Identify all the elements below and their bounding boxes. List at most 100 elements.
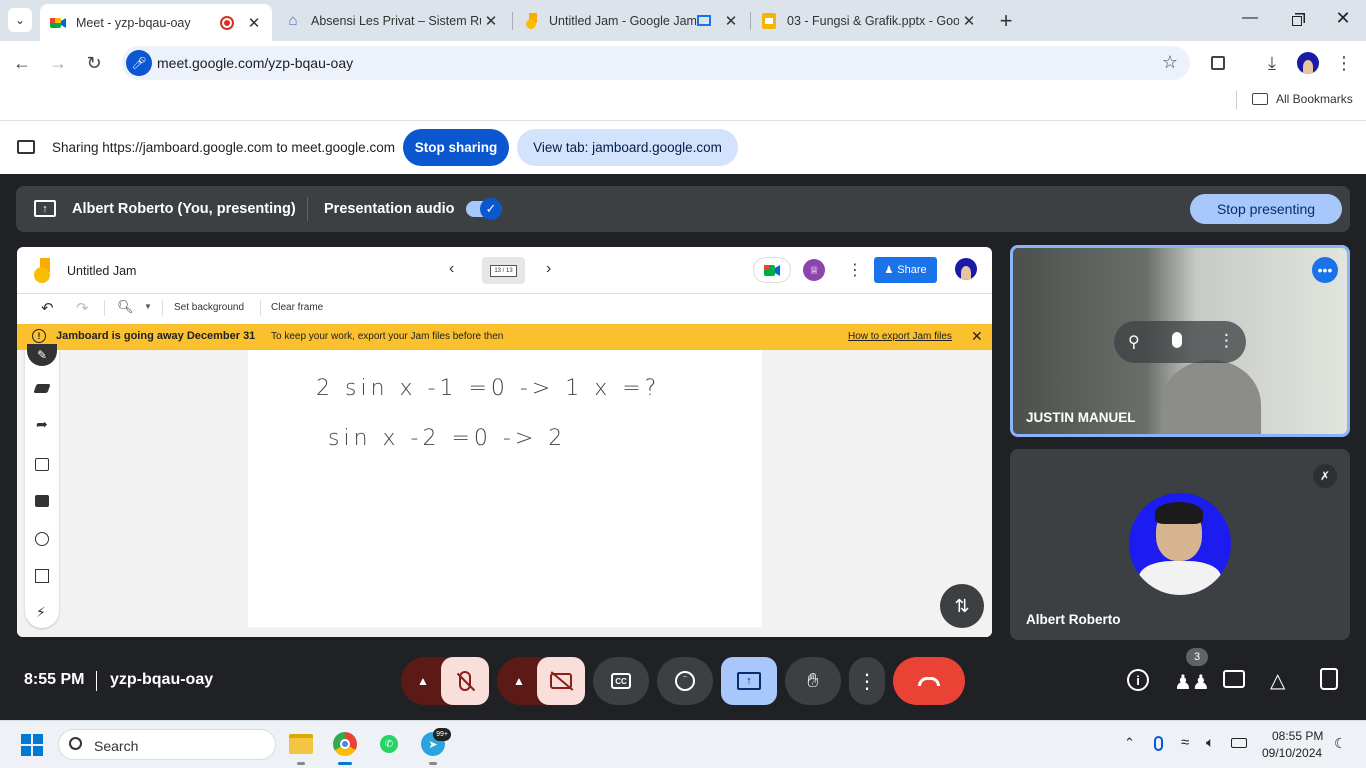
- browser-tab-meet[interactable]: Meet - yzp-bqau-oay ✕: [40, 4, 272, 41]
- bookmark-star-icon[interactable]: ☆: [1162, 52, 1178, 73]
- undo-icon[interactable]: ↶: [41, 299, 54, 317]
- screen-share-icon: [17, 140, 35, 154]
- stop-sharing-button[interactable]: Stop sharing: [403, 129, 509, 166]
- share-label: Share: [897, 264, 927, 276]
- forward-button[interactable]: →: [46, 51, 70, 75]
- more-options-icon[interactable]: •••: [1312, 257, 1338, 283]
- close-banner-icon[interactable]: ✕: [971, 328, 983, 345]
- file-explorer-icon[interactable]: [289, 734, 313, 754]
- view-tab-button[interactable]: View tab: jamboard.google.com: [517, 129, 738, 166]
- clock-date[interactable]: 09/10/2024: [1262, 746, 1322, 760]
- restore-window-button[interactable]: [1285, 9, 1309, 33]
- back-button[interactable]: ←: [10, 51, 34, 75]
- wifi-icon[interactable]: ≈: [1181, 734, 1189, 751]
- browser-tab-slides[interactable]: 03 - Fungsi & Grafik.pptx - Goo ✕: [751, 0, 987, 41]
- meeting-details-icon[interactable]: i: [1127, 669, 1149, 691]
- host-controls-icon[interactable]: [1320, 668, 1338, 690]
- tab-close-icon[interactable]: ✕: [481, 12, 501, 30]
- jam-title[interactable]: Untitled Jam: [67, 264, 136, 278]
- swap-layout-button[interactable]: ⇅: [940, 584, 984, 628]
- pen-tool-icon[interactable]: ✎: [27, 344, 57, 366]
- next-frame-icon[interactable]: ›: [546, 260, 551, 278]
- extensions-button[interactable]: [1206, 51, 1230, 75]
- chevron-up-icon: ▲: [513, 674, 525, 688]
- presenter-label: Albert Roberto (You, presenting): [72, 201, 296, 217]
- chevron-up-icon[interactable]: ⌃: [1124, 735, 1135, 751]
- notification-bell-icon[interactable]: ☾: [1334, 735, 1347, 752]
- raise-hand-button[interactable]: ✋︎: [785, 657, 841, 705]
- camera-toggle-button[interactable]: [537, 657, 585, 705]
- browser-tab-absensi[interactable]: ⌂ Absensi Les Privat – Sistem Rua ✕: [275, 0, 509, 41]
- windows-start-icon[interactable]: [21, 734, 43, 756]
- text-box-icon[interactable]: [35, 569, 49, 583]
- eraser-icon[interactable]: [33, 384, 51, 393]
- zoom-icon[interactable]: 🔍︎: [117, 299, 134, 315]
- tab-title: Absensi Les Privat – Sistem Rua: [311, 13, 481, 28]
- captions-button[interactable]: CC: [593, 657, 649, 705]
- close-window-button[interactable]: ✕: [1331, 8, 1355, 32]
- people-icon[interactable]: ♟♟: [1174, 670, 1210, 695]
- crown-icon[interactable]: ♕: [803, 259, 825, 281]
- participant-name: Albert Roberto: [1026, 612, 1121, 627]
- avatar[interactable]: [955, 258, 977, 280]
- browser-tab-jamboard[interactable]: Untitled Jam - Google Jamb ✕: [513, 0, 749, 41]
- tab-close-icon[interactable]: ✕: [959, 12, 979, 30]
- arrow-right-icon: →: [49, 52, 67, 73]
- activities-icon[interactable]: △: [1270, 668, 1285, 693]
- stop-presenting-button[interactable]: Stop presenting: [1190, 194, 1342, 224]
- profile-avatar[interactable]: [1296, 51, 1320, 75]
- whatsapp-icon[interactable]: ✆: [380, 735, 398, 753]
- microphone-icon[interactable]: 🎤︎: [126, 50, 152, 76]
- present-icon: ↑: [34, 200, 56, 217]
- minimize-window-button[interactable]: —: [1238, 9, 1262, 33]
- circle-shape-icon[interactable]: [35, 532, 49, 546]
- tab-close-icon[interactable]: ✕: [721, 12, 741, 30]
- leave-call-button[interactable]: [893, 657, 965, 705]
- reactions-button[interactable]: ‾: [657, 657, 713, 705]
- microphone-icon[interactable]: [1154, 736, 1163, 751]
- redo-icon[interactable]: ↷: [76, 299, 89, 317]
- participant-tile-albert[interactable]: ✗ Albert Roberto: [1010, 449, 1350, 640]
- presentation-audio-toggle[interactable]: ✓: [466, 198, 502, 220]
- downloads-button[interactable]: ⤓: [1260, 51, 1284, 75]
- handwriting-line-2: sin x -2 =0 -> 2: [328, 426, 567, 451]
- sticky-note-icon[interactable]: [35, 458, 49, 471]
- meet-call-button[interactable]: [753, 257, 791, 283]
- present-now-button[interactable]: ↑: [721, 657, 777, 705]
- export-jam-files-link[interactable]: How to export Jam files: [848, 331, 952, 342]
- address-bar[interactable]: 🎤︎ meet.google.com/yzp-bqau-oay ☆: [122, 46, 1190, 80]
- taskbar-search-box[interactable]: Search: [58, 729, 276, 760]
- tab-search-button[interactable]: ⌄: [8, 8, 32, 32]
- battery-icon[interactable]: [1231, 738, 1247, 748]
- chrome-icon[interactable]: [333, 732, 357, 756]
- handwriting-line-1: 2 sin x -1 =0 -> 1 x =?: [316, 376, 661, 401]
- jam-share-button[interactable]: ♟ Share: [874, 257, 937, 283]
- previous-frame-icon[interactable]: ‹: [449, 260, 454, 278]
- chat-icon[interactable]: [1223, 670, 1245, 688]
- all-bookmarks-button[interactable]: All Bookmarks: [1252, 92, 1353, 106]
- volume-icon[interactable]: 🔈︎: [1206, 734, 1214, 751]
- more-vert-icon[interactable]: ⋮: [847, 260, 863, 280]
- set-background-button[interactable]: Set background: [174, 302, 244, 313]
- participant-tile-justin[interactable]: ••• ⚲ ⋮ JUSTIN MANUEL: [1010, 245, 1350, 437]
- more-vert-icon[interactable]: ⋮: [1218, 331, 1235, 351]
- reload-button[interactable]: ↻: [82, 51, 106, 75]
- browser-tab-strip: ⌄ Meet - yzp-bqau-oay ✕ ⌂ Absensi Les Pr…: [0, 0, 1366, 41]
- more-options-button[interactable]: ⋮: [849, 657, 885, 705]
- clear-frame-button[interactable]: Clear frame: [271, 302, 323, 313]
- chevron-down-icon[interactable]: ▼: [144, 302, 152, 311]
- pin-icon[interactable]: ⚲: [1128, 332, 1140, 352]
- jam-frame-canvas[interactable]: 2 sin x -1 =0 -> 1 x =? sin x -2 =0 -> 2: [248, 350, 762, 627]
- browser-menu-button[interactable]: ⋮: [1332, 51, 1356, 75]
- url-text[interactable]: meet.google.com/yzp-bqau-oay: [157, 55, 353, 71]
- laser-icon[interactable]: ⚡︎: [36, 604, 46, 621]
- frame-bar-button[interactable]: 13 / 13: [482, 257, 525, 284]
- microphone-icon[interactable]: [1172, 332, 1182, 348]
- new-tab-icon[interactable]: +: [994, 8, 1018, 33]
- microphone-toggle-button[interactable]: [441, 657, 489, 705]
- image-icon[interactable]: [35, 495, 49, 507]
- select-pointer-icon[interactable]: ➦: [36, 416, 48, 433]
- tab-close-icon[interactable]: ✕: [244, 14, 264, 32]
- reload-icon: ↻: [86, 52, 102, 73]
- clock-time[interactable]: 08:55 PM: [1272, 729, 1323, 743]
